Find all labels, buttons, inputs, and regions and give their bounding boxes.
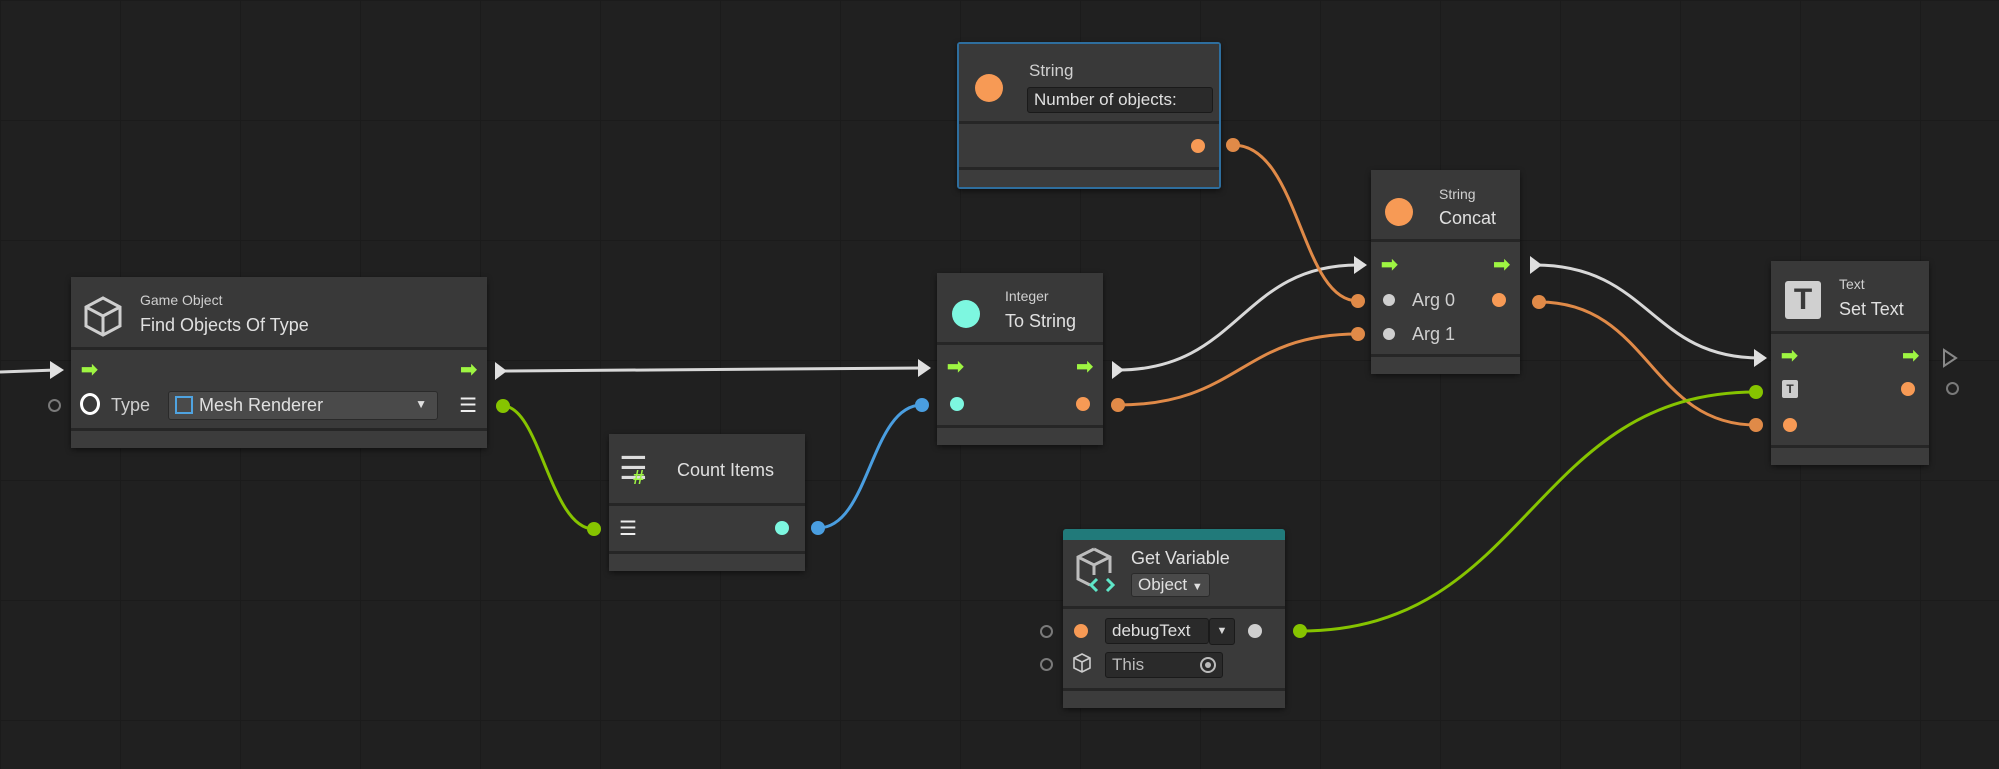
text-input-port[interactable] (1783, 418, 1797, 432)
string-output-port[interactable] (1076, 397, 1090, 411)
arg0-port[interactable] (1383, 294, 1395, 306)
flow-arrow (918, 359, 931, 377)
node-get-variable[interactable]: Get Variable Object ▼ debugText ▼ This (1040, 529, 1285, 708)
target-value: This (1112, 655, 1145, 674)
flow-out-icon[interactable]: ➡ (1493, 255, 1510, 275)
type-value: Mesh Renderer (199, 395, 324, 415)
type-input-port[interactable] (48, 399, 61, 412)
flow-in-icon[interactable]: ➡ (1781, 346, 1798, 366)
name-input-port[interactable] (1040, 625, 1053, 638)
node-footer (1063, 688, 1285, 708)
flow-out-icon[interactable]: ➡ (1902, 346, 1919, 366)
node-string-literal[interactable]: String Number of objects: (957, 42, 1221, 189)
flow-out-arrow (1943, 348, 1958, 368)
node-footer (959, 167, 1219, 187)
node-title: Set Text (1839, 299, 1904, 319)
flow-out-icon[interactable]: ➡ (460, 360, 477, 380)
mesh-renderer-icon (175, 396, 193, 414)
node-title: Get Variable (1131, 548, 1230, 568)
chevron-down-icon: ▼ (1191, 581, 1203, 593)
node-category: Integer (1005, 288, 1049, 304)
type-icon (80, 393, 100, 415)
node-title: Find Objects Of Type (140, 315, 309, 335)
string-icon (1385, 198, 1413, 226)
flow-in-icon[interactable]: ➡ (947, 357, 964, 377)
flow-arrow (50, 361, 64, 379)
variable-name-field[interactable]: debugText (1105, 618, 1209, 644)
node-title: Concat (1439, 208, 1497, 228)
string-wire-literal-to-arg0 (1232, 143, 1359, 303)
object-picker-icon[interactable] (1200, 657, 1216, 673)
node-title: Count Items (677, 460, 775, 480)
node-footer (609, 551, 805, 571)
flow-in-icon[interactable]: ➡ (81, 360, 98, 380)
text-t-icon: T (1785, 281, 1821, 319)
flow-arrow (1530, 256, 1542, 274)
arg1-label: Arg 1 (1412, 324, 1456, 344)
node-footer (1771, 445, 1929, 465)
string-wire-concat-to-settext (1538, 300, 1757, 427)
value-output-port[interactable] (1248, 624, 1262, 638)
flow-arrow (1354, 256, 1367, 274)
object-wire-variable-to-settext (1299, 390, 1757, 633)
variable-kind-value: Object (1138, 575, 1188, 594)
flow-out-icon[interactable]: ➡ (1076, 357, 1093, 377)
string-type-icon (1074, 624, 1088, 638)
output-port-ring[interactable] (1946, 382, 1959, 395)
flow-in-icon[interactable]: ➡ (1381, 255, 1398, 275)
type-dropdown[interactable]: Mesh Renderer ▼ (168, 391, 438, 420)
flow-wire-tostring-to-concat (1117, 263, 1359, 372)
cube-icon (1073, 653, 1091, 673)
node-category: Game Object (140, 292, 223, 308)
node-integer-to-string[interactable]: Integer To String ➡ ➡ (937, 273, 1103, 445)
object-variable-icon (1076, 547, 1116, 593)
node-text-set-text[interactable]: T Text Set Text ➡ ➡ T (1771, 261, 1959, 465)
type-label: Type (111, 395, 151, 415)
target-field[interactable]: This (1105, 652, 1223, 678)
arg0-label: Arg 0 (1412, 290, 1456, 310)
string-icon (975, 74, 1003, 102)
flow-wire-in (0, 368, 57, 374)
text-target-icon: T (1782, 380, 1798, 398)
list-output-icon: ☰ (459, 395, 477, 417)
node-title: To String (1005, 311, 1077, 331)
node-footer (1371, 354, 1520, 374)
list-input-icon: ☰ (619, 518, 637, 540)
node-string-concat[interactable]: String Concat ➡ ➡ Arg 0 Arg 1 (1371, 170, 1520, 374)
node-category: String (1439, 186, 1476, 202)
cube-icon (84, 296, 122, 337)
target-input-port[interactable] (1040, 658, 1053, 671)
node-footer (71, 428, 487, 448)
integer-input-port[interactable] (950, 397, 964, 411)
string-output-port[interactable] (1492, 293, 1506, 307)
flow-wire-find-to-tostring (504, 366, 923, 373)
count-list-icon: ☰ # (619, 450, 648, 489)
node-find-objects-of-type[interactable]: Game Object Find Objects Of Type ➡ ➡ Typ… (48, 277, 487, 448)
variable-name-dropdown[interactable]: ▼ (1209, 618, 1235, 645)
string-output-port[interactable] (1901, 382, 1915, 396)
integer-icon (952, 300, 980, 328)
node-title: String (1029, 61, 1074, 80)
variable-color-bar (1063, 529, 1285, 540)
flow-wire-concat-to-settext (1534, 263, 1761, 360)
list-wire (502, 404, 595, 531)
flow-arrow (495, 362, 507, 380)
node-footer (937, 425, 1103, 445)
chevron-down-icon: ▼ (415, 397, 427, 411)
string-wire-tostring-to-arg1 (1117, 332, 1359, 407)
count-output-port[interactable] (775, 521, 789, 535)
node-category: Text (1839, 276, 1865, 292)
int-wire (817, 403, 923, 530)
string-output-port[interactable] (1191, 139, 1205, 153)
variable-kind-dropdown[interactable]: Object ▼ (1131, 573, 1210, 597)
arg1-port[interactable] (1383, 328, 1395, 340)
flow-arrow (1112, 361, 1124, 379)
node-count-items[interactable]: ☰ # Count Items ☰ (609, 434, 805, 571)
flow-arrow (1754, 349, 1767, 367)
string-value-field[interactable]: Number of objects: (1027, 87, 1213, 113)
